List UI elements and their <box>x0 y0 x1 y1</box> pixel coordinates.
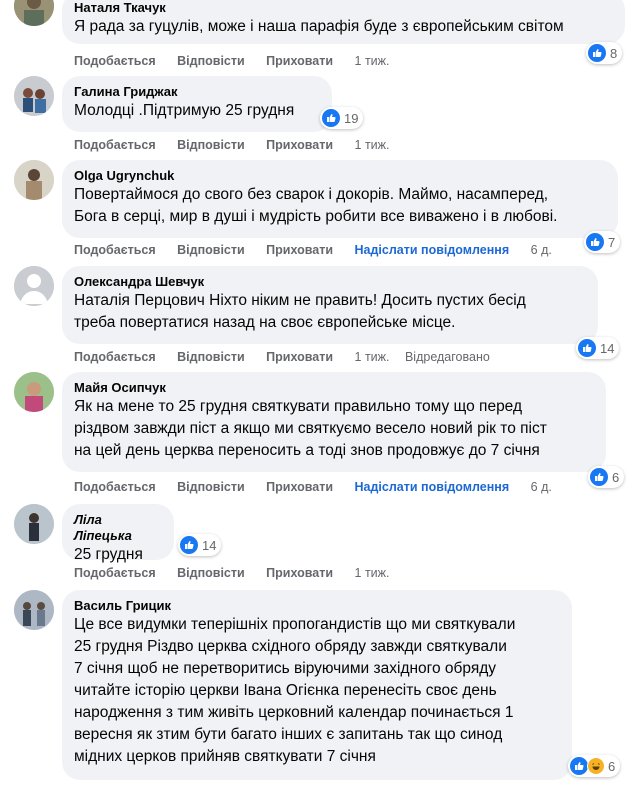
comment-bubble: Галина Гриджак Молодці .Підтримую 25 гру… <box>62 76 332 132</box>
comment-text: Я рада за гуцулів, може і наша парафія б… <box>74 18 564 35</box>
like-button[interactable]: Подобається <box>74 54 156 68</box>
reaction-number: 14 <box>600 340 615 356</box>
avatar[interactable] <box>14 160 54 200</box>
reaction-count[interactable]: 19 <box>320 107 364 129</box>
like-button[interactable]: Подобається <box>74 138 156 152</box>
reaction-number: 6 <box>608 758 616 774</box>
reaction-count[interactable]: 14 <box>576 337 620 359</box>
avatar[interactable] <box>14 590 54 630</box>
reaction-count[interactable]: 6 <box>568 755 621 777</box>
comment-author[interactable]: Василь Грицик <box>74 598 560 614</box>
hide-button[interactable]: Приховати <box>266 350 333 364</box>
like-icon <box>578 339 596 357</box>
avatar-photo <box>14 76 54 116</box>
comment-time[interactable]: 6 д. <box>531 480 552 494</box>
reply-button[interactable]: Відповісти <box>177 138 245 152</box>
comment-time[interactable]: 6 д. <box>531 243 552 257</box>
comment-author[interactable]: Галина Гриджак <box>74 84 320 100</box>
comment-time[interactable]: 1 тиж. <box>355 138 390 152</box>
comment-text: Наталія Перцович Ніхто ніким не править!… <box>74 292 526 331</box>
like-button[interactable]: Подобається <box>74 350 156 364</box>
comment-actions: Подобається Відповісти Приховати Надісла… <box>74 242 564 258</box>
like-icon <box>590 468 608 486</box>
comment-time[interactable]: 1 тиж. <box>355 350 390 364</box>
avatar-photo <box>14 372 54 412</box>
comment-text: Це все видумки теперішніх пропогандистів… <box>74 616 516 765</box>
like-icon <box>322 109 340 127</box>
like-icon <box>570 757 588 775</box>
comment-text: Як на мене то 25 грудня святкувати прави… <box>74 398 547 459</box>
reaction-number: 6 <box>612 469 620 485</box>
reply-button[interactable]: Відповісти <box>177 243 245 257</box>
comment-author[interactable]: Olga Ugrynchuk <box>74 168 606 184</box>
avatar-photo <box>14 0 54 26</box>
send-message-button[interactable]: Надіслати повідомлення <box>355 480 510 494</box>
like-icon <box>180 536 198 554</box>
reaction-number: 19 <box>344 110 359 126</box>
avatar-photo <box>14 160 54 200</box>
comment-text: Повертаймося до свого без сварок і докор… <box>74 186 558 225</box>
comment-bubble: Ліла Ліпецька 25 грудня <box>62 504 174 563</box>
reaction-number: 8 <box>610 45 618 61</box>
comment-actions: Подобається Відповісти Приховати 1 тиж. … <box>74 349 490 365</box>
avatar[interactable] <box>14 0 54 26</box>
comment-text: 25 грудня <box>74 546 143 563</box>
comment-text: Молодці .Підтримую 25 грудня <box>74 102 295 119</box>
reaction-number: 7 <box>608 234 616 250</box>
comment-bubble: Наталя Ткачук Я рада за гуцулів, може і … <box>62 0 625 44</box>
comment-bubble: Майя Осипчук Як на мене то 25 грудня свя… <box>62 372 606 472</box>
like-icon <box>586 233 604 251</box>
comment-actions: Подобається Відповісти Приховати 1 тиж. <box>74 565 401 581</box>
avatar-photo <box>14 590 54 630</box>
reply-button[interactable]: Відповісти <box>177 54 245 68</box>
comment-author[interactable]: Ліла Ліпецька <box>74 512 162 544</box>
comment-author[interactable]: Олександра Шевчук <box>74 274 586 290</box>
haha-icon <box>587 757 605 775</box>
reply-button[interactable]: Відповісти <box>177 566 245 580</box>
send-message-button[interactable]: Надіслати повідомлення <box>355 243 510 257</box>
avatar[interactable] <box>14 372 54 412</box>
comment-time[interactable]: 1 тиж. <box>355 566 390 580</box>
comment-author[interactable]: Майя Осипчук <box>74 380 594 396</box>
reaction-number: 14 <box>202 537 217 553</box>
comment-time[interactable]: 1 тиж. <box>355 54 390 68</box>
like-button[interactable]: Подобається <box>74 566 156 580</box>
reaction-count[interactable]: 8 <box>586 42 623 64</box>
hide-button[interactable]: Приховати <box>266 54 333 68</box>
reply-button[interactable]: Відповісти <box>177 480 245 494</box>
reaction-count[interactable]: 14 <box>178 534 222 556</box>
comment-bubble: Olga Ugrynchuk Повертаймося до свого без… <box>62 160 618 238</box>
comment-actions: Подобається Відповісти Приховати 1 тиж. <box>74 137 401 153</box>
avatar[interactable] <box>14 76 54 116</box>
comment-author[interactable]: Наталя Ткачук <box>74 0 613 16</box>
hide-button[interactable]: Приховати <box>266 480 333 494</box>
like-icon <box>588 44 606 62</box>
default-avatar-icon <box>14 266 54 306</box>
avatar[interactable] <box>14 266 54 306</box>
hide-button[interactable]: Приховати <box>266 138 333 152</box>
hide-button[interactable]: Приховати <box>266 243 333 257</box>
comment-actions: Подобається Відповісти Приховати Надісла… <box>74 479 564 495</box>
comment-bubble: Василь Грицик Це все видумки теперішніх … <box>62 590 572 780</box>
edited-label: Відредаговано <box>404 350 490 364</box>
comment-actions: Подобається Відповісти Приховати 1 тиж. <box>74 53 401 69</box>
like-button[interactable]: Подобається <box>74 480 156 494</box>
comment-bubble: Олександра Шевчук Наталія Перцович Ніхто… <box>62 266 598 344</box>
avatar-photo <box>14 504 54 544</box>
reaction-count[interactable]: 7 <box>584 231 621 253</box>
like-button[interactable]: Подобається <box>74 243 156 257</box>
reaction-count[interactable]: 6 <box>588 466 625 488</box>
reply-button[interactable]: Відповісти <box>177 350 245 364</box>
hide-button[interactable]: Приховати <box>266 566 333 580</box>
avatar[interactable] <box>14 504 54 544</box>
